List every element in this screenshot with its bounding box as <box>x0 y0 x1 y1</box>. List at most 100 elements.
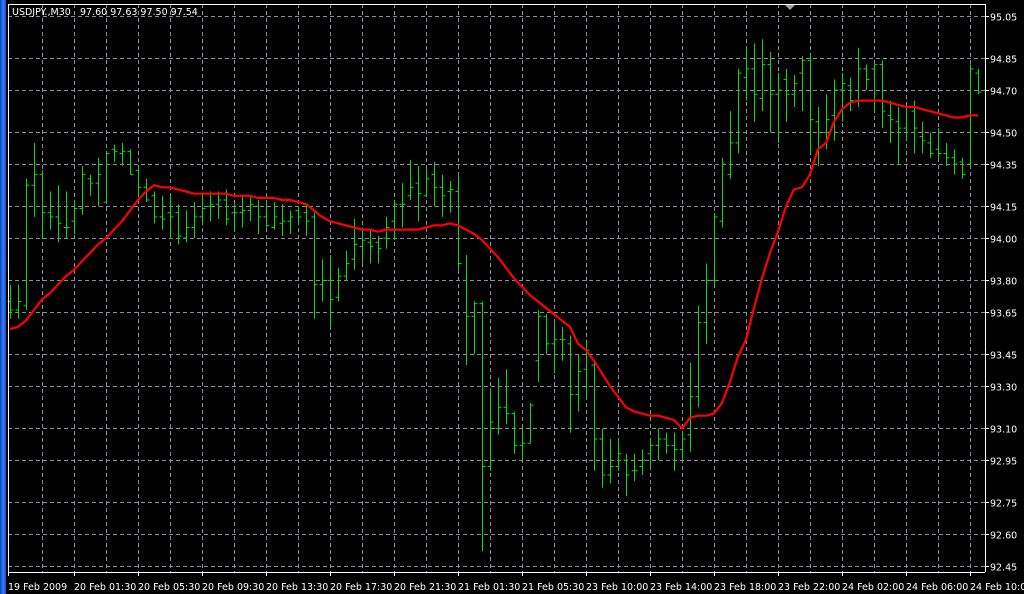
ohlc-bar <box>743 47 750 101</box>
ohlc-bar <box>735 68 742 154</box>
ohlc-bar <box>575 354 582 412</box>
y-tick-label: 93.80 <box>990 277 1017 288</box>
ohlc-bar <box>615 439 622 471</box>
chart-frame <box>8 4 986 573</box>
ohlc-bar <box>215 191 222 220</box>
y-tick-label: 92.95 <box>990 457 1017 468</box>
ohlc-bar <box>255 200 262 234</box>
ohlc-bar <box>895 106 902 165</box>
ohlc-bar <box>247 195 254 222</box>
ohlc-bar <box>295 206 302 226</box>
x-tick-label: 23 Feb 22:00 <box>778 582 840 593</box>
ohlc-bar <box>831 79 838 141</box>
ohlc-bar <box>31 142 38 217</box>
ohlc-bar <box>71 200 78 234</box>
ohlc-bar <box>527 403 534 444</box>
ohlc-bar <box>647 439 654 467</box>
ohlc-bar <box>399 183 406 228</box>
ohlc-bar <box>23 178 30 310</box>
y-tick-label: 93.45 <box>990 351 1017 362</box>
ohlc-bar <box>863 64 870 91</box>
ohlc-bar <box>551 322 558 374</box>
ohlc-bar <box>239 195 246 228</box>
ohlc-bar <box>759 39 766 112</box>
ohlc-bar <box>119 142 126 167</box>
x-tick-label: 23 Feb 10:00 <box>586 582 648 593</box>
ohlc-bar <box>655 428 662 461</box>
y-tick-label: 95.05 <box>990 13 1017 24</box>
moving-average-line <box>9 99 978 430</box>
time-axis[interactable]: 19 Feb 2009 20 Feb 01:30 20 Feb 05:30 20 Fe… <box>8 572 1024 593</box>
ohlc-bar <box>383 216 390 249</box>
ohlc-bar <box>783 68 790 122</box>
ohlc-bar <box>687 362 694 452</box>
ohlc-bar <box>359 227 366 264</box>
ohlc-bar <box>927 132 934 158</box>
ohlc-bar <box>47 191 54 230</box>
ohlc-bar <box>79 166 86 215</box>
ohlc-bar <box>887 100 894 143</box>
x-tick-label: 24 Feb 06:00 <box>906 582 968 593</box>
ohlc-bar <box>183 210 190 243</box>
ohlc-bar <box>879 60 886 129</box>
ohlc-bar <box>679 432 686 461</box>
ohlc-bar <box>311 212 318 319</box>
ohlc-bar <box>535 309 542 382</box>
ohlc-bar <box>767 51 774 133</box>
ohlc-bar <box>343 250 350 281</box>
ohlc-bar <box>695 305 702 408</box>
ohlc-bar <box>127 149 134 176</box>
x-tick-label: 21 Feb 01:30 <box>458 582 520 593</box>
ohlc-bar <box>15 284 22 319</box>
y-tick-label: 92.75 <box>990 499 1017 510</box>
y-tick-label: 94.35 <box>990 161 1017 172</box>
ohlc-bar <box>375 235 382 264</box>
price-axis[interactable]: 95.05 94.85 94.70 94.50 94.35 94.15 94.00 93.80… <box>985 13 1017 574</box>
x-tick-label: 20 Feb 01:30 <box>74 582 136 593</box>
ohlc-bar <box>919 121 926 154</box>
ohlc-bar <box>871 64 878 112</box>
ohlc-bar <box>599 428 606 488</box>
ohlc-bar <box>447 180 454 213</box>
ohlc-bar <box>159 195 166 230</box>
ohlc-bar <box>807 54 814 154</box>
y-tick-label: 94.15 <box>990 203 1017 214</box>
x-tick-label: 24 Feb 02:00 <box>842 582 904 593</box>
ohlc-bar <box>751 43 758 122</box>
ohlc-bar <box>287 210 294 234</box>
ohlc-bar <box>847 77 854 112</box>
ohlc-bar <box>543 314 550 355</box>
y-tick-label: 94.50 <box>990 129 1017 140</box>
ohlc-bar <box>431 161 438 207</box>
ohlc-bar <box>791 75 798 107</box>
x-tick-label: 23 Feb 18:00 <box>714 582 776 593</box>
x-tick-label: 20 Feb 13:30 <box>266 582 328 593</box>
grid <box>8 4 985 572</box>
x-tick-label: 21 Feb 05:30 <box>522 582 584 593</box>
ohlc-bar <box>607 439 614 484</box>
ohlc-bar <box>519 428 526 461</box>
ohlc-bar <box>111 145 118 162</box>
x-tick-label: 19 Feb 2009 <box>8 582 67 593</box>
ohlc-bar <box>439 174 446 217</box>
ohlc-bar <box>263 200 270 228</box>
ohlc-bar <box>95 157 102 207</box>
ohlc-bar <box>671 432 678 471</box>
ohlc-readout: 97.60 97.63 97.50 97.54 <box>80 7 198 18</box>
ohlc-bar <box>463 254 470 365</box>
chart-shift-marker[interactable] <box>785 5 795 10</box>
price-chart[interactable]: 95.05 94.85 94.70 94.50 94.35 94.15 94.00 93.80… <box>0 0 1024 594</box>
y-tick-label: 93.65 <box>990 309 1017 320</box>
ohlc-bar <box>623 453 630 497</box>
y-tick-label: 92.45 <box>990 563 1017 574</box>
symbol-label: USDJPY.,M30 <box>12 7 71 18</box>
ohlc-bar <box>703 263 710 344</box>
ohlc-bar <box>151 191 158 224</box>
y-tick-label: 94.70 <box>990 87 1017 98</box>
y-tick-label: 94.00 <box>990 235 1017 246</box>
ohlc-bar <box>959 157 966 179</box>
ohlc-bar <box>839 73 846 122</box>
x-tick-label: 23 Feb 14:00 <box>650 582 712 593</box>
ohlc-bar <box>319 259 326 302</box>
x-tick-label: 20 Feb 17:30 <box>330 582 392 593</box>
